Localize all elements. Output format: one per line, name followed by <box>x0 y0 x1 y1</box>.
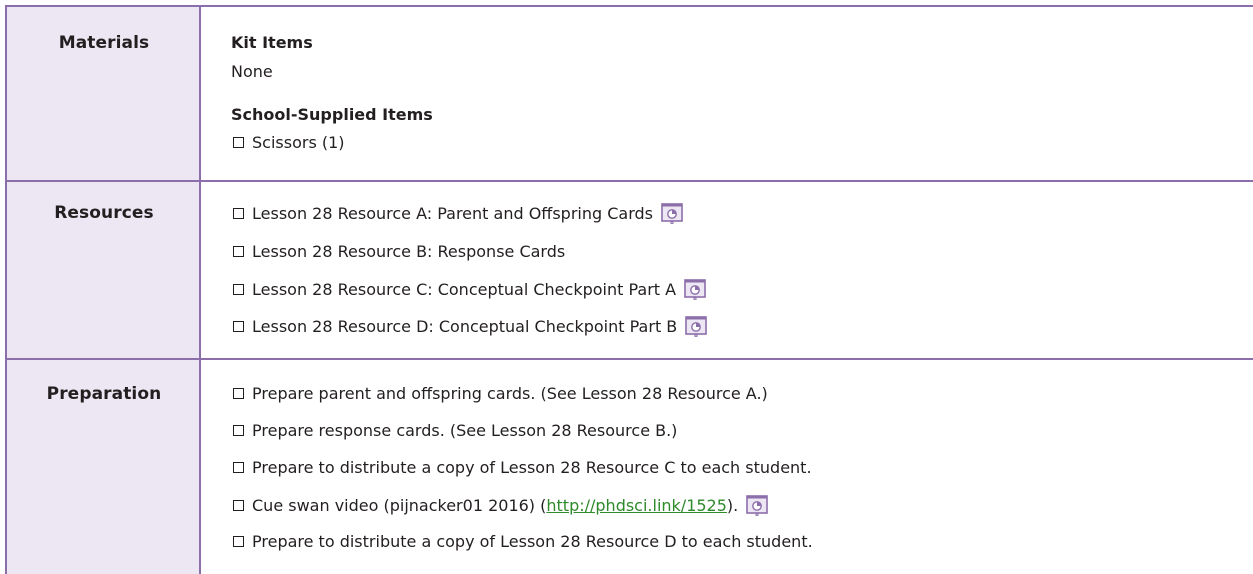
table-top-rule <box>5 5 1253 7</box>
projection-screen-icon <box>685 316 708 337</box>
checkbox[interactable] <box>233 137 244 148</box>
video-text-prefix: Cue swan video (pijnacker01 2016) ( <box>252 496 547 515</box>
prep-item-label: Prepare response cards. (See Lesson 28 R… <box>252 421 678 440</box>
prep-item-label: Prepare parent and offspring cards. (See… <box>252 384 768 403</box>
preparation-label-cell: Preparation <box>5 360 201 574</box>
materials-row: Materials Kit Items None School-Supplied… <box>5 7 1253 180</box>
projection-screen-icon <box>684 279 706 300</box>
projection-screen-icon <box>746 495 769 516</box>
video-text-suffix: ). <box>726 496 739 515</box>
checkbox[interactable] <box>233 425 244 436</box>
materials-label: Materials <box>58 33 150 53</box>
resource-item-label: Lesson 28 Resource A: Parent and Offspri… <box>252 204 653 223</box>
resources-content-cell: Lesson 28 Resource A: Parent and Offspri… <box>201 182 1253 358</box>
kit-items-value: None <box>231 62 273 81</box>
resource-item-a[interactable]: Lesson 28 Resource A: Parent and Offspri… <box>231 203 683 224</box>
prep-item-parent-cards[interactable]: Prepare parent and offspring cards. (See… <box>231 384 768 403</box>
materials-content-cell: Kit Items None School-Supplied Items Sci… <box>201 7 1253 180</box>
materials-label-cell: Materials <box>5 7 201 180</box>
prep-item-label: Cue swan video (pijnacker01 2016) (http:… <box>252 496 738 515</box>
resource-item-b[interactable]: Lesson 28 Resource B: Response Cards <box>231 242 565 261</box>
checkbox[interactable] <box>233 208 244 219</box>
resource-item-c[interactable]: Lesson 28 Resource C: Conceptual Checkpo… <box>231 279 706 300</box>
prep-item-resource-d[interactable]: Prepare to distribute a copy of Lesson 2… <box>231 532 813 551</box>
resource-item-label: Lesson 28 Resource B: Response Cards <box>252 242 566 261</box>
checkbox[interactable] <box>233 321 244 332</box>
table-left-rule <box>5 5 7 574</box>
swan-video-link[interactable]: http://phdsci.link/1525 <box>546 496 727 515</box>
resources-label-cell: Resources <box>5 182 201 358</box>
row-divider <box>5 180 1253 182</box>
column-divider <box>199 5 201 574</box>
resources-row: Resources Lesson 28 Resource A: Parent a… <box>5 182 1253 358</box>
checkbox[interactable] <box>233 500 244 511</box>
prep-item-resource-c[interactable]: Prepare to distribute a copy of Lesson 2… <box>231 458 812 477</box>
school-supplied-heading: School-Supplied Items <box>231 105 433 124</box>
resource-item-label: Lesson 28 Resource D: Conceptual Checkpo… <box>252 317 678 336</box>
checkbox[interactable] <box>233 246 244 257</box>
lesson-materials-table: Materials Kit Items None School-Supplied… <box>0 0 1253 574</box>
projection-screen-icon <box>661 203 683 224</box>
checkbox[interactable] <box>233 388 244 399</box>
prep-item-label: Prepare to distribute a copy of Lesson 2… <box>252 532 813 551</box>
checkbox[interactable] <box>233 284 244 295</box>
preparation-label: Preparation <box>46 384 162 404</box>
prep-item-label: Prepare to distribute a copy of Lesson 2… <box>252 458 812 477</box>
kit-items-heading: Kit Items <box>231 33 313 52</box>
checkbox[interactable] <box>233 462 244 473</box>
resource-item-d[interactable]: Lesson 28 Resource D: Conceptual Checkpo… <box>231 316 708 337</box>
checklist-item-label: Scissors (1) <box>252 133 345 152</box>
row-divider <box>5 358 1253 360</box>
resource-item-label: Lesson 28 Resource C: Conceptual Checkpo… <box>252 280 677 299</box>
checkbox[interactable] <box>233 536 244 547</box>
preparation-row: Preparation Prepare parent and offspring… <box>5 360 1253 574</box>
prep-item-response-cards[interactable]: Prepare response cards. (See Lesson 28 R… <box>231 421 677 440</box>
prep-item-swan-video[interactable]: Cue swan video (pijnacker01 2016) (http:… <box>231 495 769 516</box>
preparation-content-cell: Prepare parent and offspring cards. (See… <box>201 360 1253 574</box>
resources-label: Resources <box>54 203 154 223</box>
checklist-item-scissors[interactable]: Scissors (1) <box>231 133 345 152</box>
